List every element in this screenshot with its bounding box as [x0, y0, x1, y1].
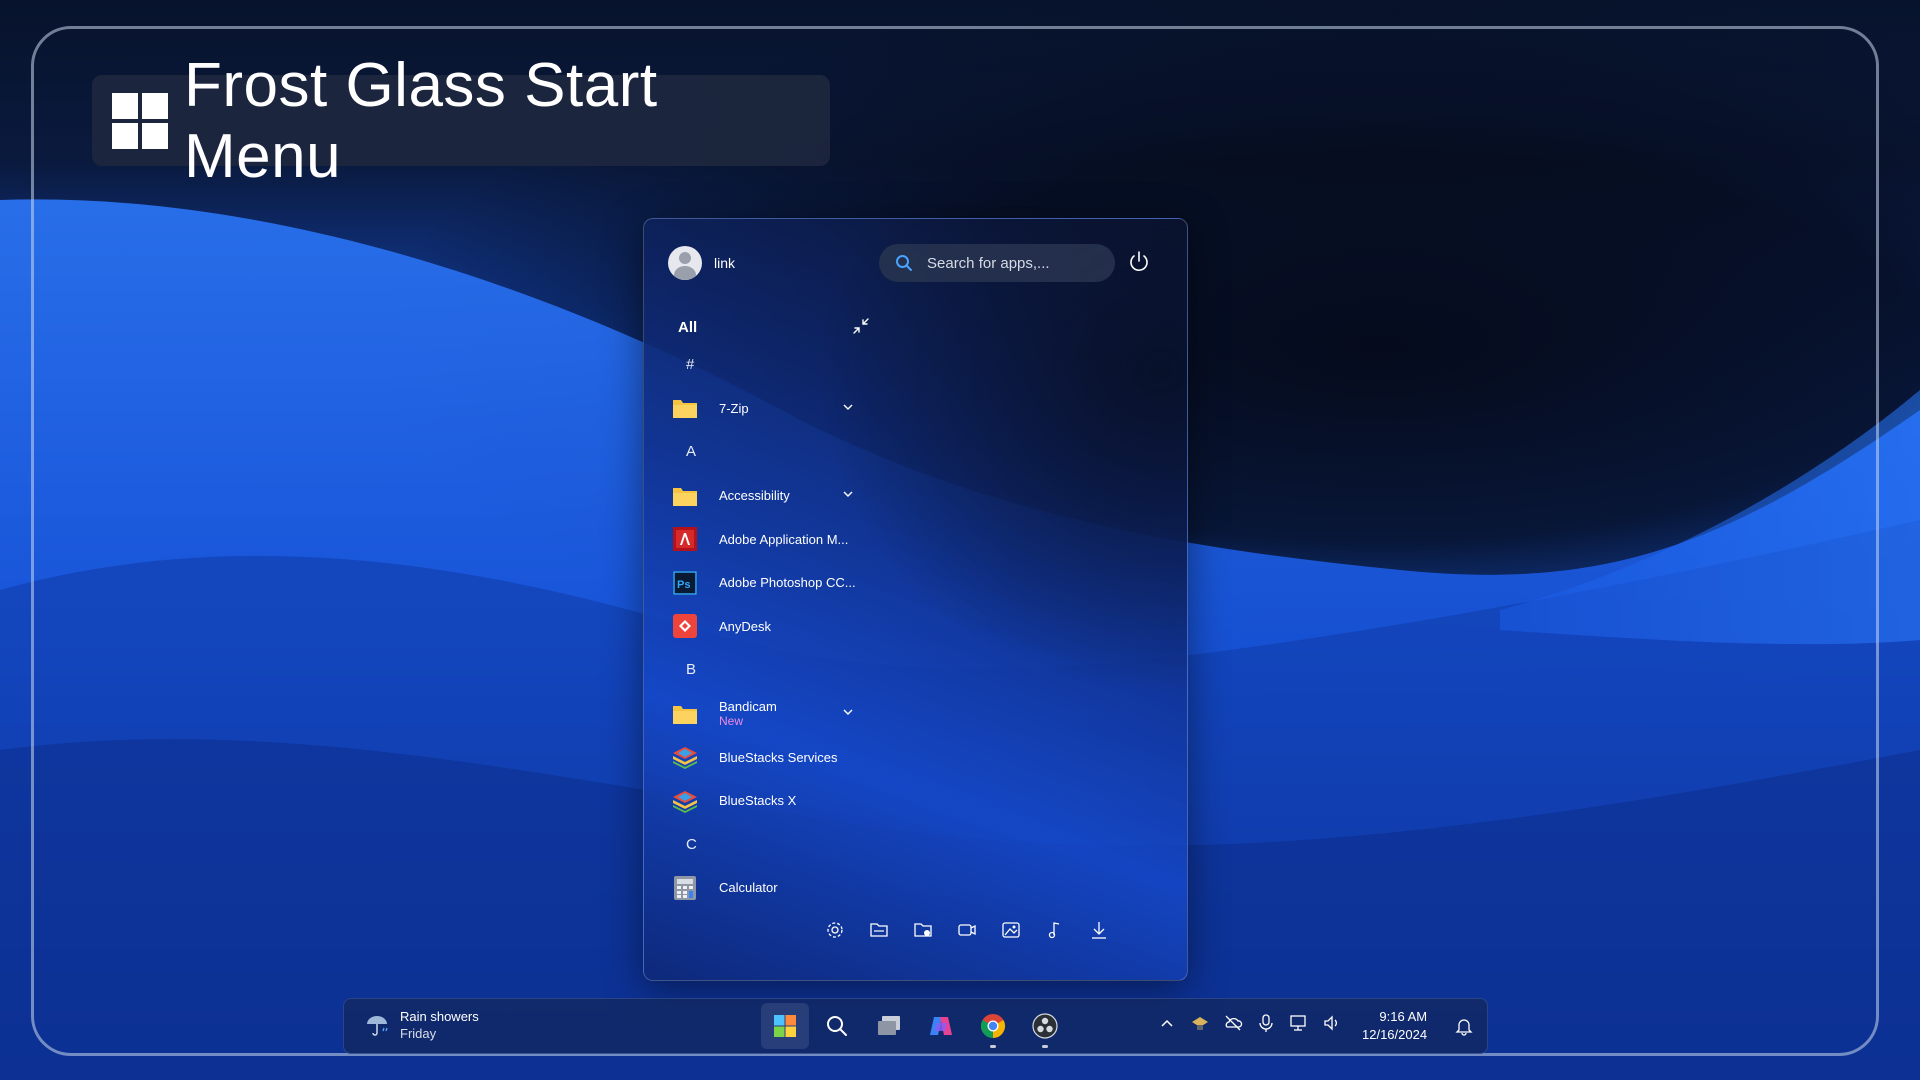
copilot-button[interactable]: [917, 1003, 965, 1049]
clock-date: 12/16/2024: [1362, 1027, 1428, 1042]
weather-day: Friday: [400, 1026, 437, 1041]
copilot-icon: [930, 1017, 952, 1035]
windows-logo-icon: [774, 1015, 796, 1037]
list-item-adobe-photoshop[interactable]: Ps Adobe Photoshop CC...: [672, 561, 872, 605]
collapse-icon[interactable]: [852, 317, 870, 335]
network-icon[interactable]: [1289, 1013, 1309, 1033]
obs-button[interactable]: [1021, 1003, 1069, 1049]
section-letter[interactable]: C: [672, 823, 872, 867]
taskbar: Rain showers Friday 9:16 AM 12/16/2024: [343, 998, 1488, 1054]
chrome-icon: [980, 1014, 1006, 1038]
search-box[interactable]: [879, 244, 1115, 282]
start-menu: link All # 7-Zip A: [643, 218, 1188, 981]
section-letter[interactable]: #: [672, 343, 872, 387]
taskbar-clock[interactable]: 9:16 AM 12/16/2024: [1362, 1008, 1427, 1044]
volume-icon[interactable]: [1322, 1013, 1342, 1033]
notification-bell-icon[interactable]: [1454, 1016, 1474, 1036]
clock-time: 9:16 AM: [1379, 1009, 1428, 1024]
system-tray: [1157, 1013, 1342, 1033]
all-apps-label: All: [678, 319, 698, 336]
avatar: [668, 246, 702, 280]
search-input[interactable]: [925, 253, 1099, 273]
new-badge: New: [719, 714, 744, 729]
section-letter[interactable]: B: [672, 648, 872, 692]
start-button[interactable]: [761, 1003, 809, 1049]
anydesk-icon: [672, 613, 698, 639]
list-item-accessibility[interactable]: Accessibility: [672, 474, 872, 518]
videos-icon[interactable]: [956, 919, 978, 941]
calculator-icon: [672, 875, 698, 901]
svg-text:Ps: Ps: [677, 579, 690, 591]
weather-condition: Rain showers: [400, 1009, 479, 1024]
task-view-button[interactable]: [865, 1003, 913, 1049]
microphone-icon[interactable]: [1256, 1013, 1276, 1033]
music-icon[interactable]: [1044, 919, 1066, 941]
adobe-icon: [672, 526, 698, 552]
downloads-icon[interactable]: [1088, 919, 1110, 941]
search-icon: [896, 255, 912, 271]
folder-icon: [672, 483, 698, 509]
list-item-anydesk[interactable]: AnyDesk: [672, 605, 872, 649]
section-letter[interactable]: A: [672, 430, 872, 474]
onedrive-offline-icon[interactable]: [1223, 1013, 1243, 1033]
tray-app-icon[interactable]: [1190, 1013, 1210, 1033]
pictures-icon[interactable]: [1000, 919, 1022, 941]
chevron-up-icon[interactable]: [1157, 1013, 1177, 1033]
chrome-button[interactable]: [969, 1003, 1017, 1049]
chevron-down-icon[interactable]: [842, 488, 854, 500]
bluestacks-icon: [672, 788, 698, 814]
user-account-button[interactable]: link: [668, 246, 735, 280]
quick-links-bar: [824, 919, 1110, 941]
documents-icon[interactable]: [868, 919, 890, 941]
search-icon: [827, 1016, 847, 1036]
app-list: # 7-Zip A Accessibility Adobe Applicatio…: [672, 343, 872, 910]
list-item-bandicam[interactable]: Bandicam New: [672, 692, 872, 736]
bluestacks-icon: [672, 744, 698, 770]
chevron-down-icon[interactable]: [842, 401, 854, 413]
banner-title: Frost Glass Start Menu: [184, 50, 658, 191]
list-item-calculator[interactable]: Calculator: [672, 866, 872, 910]
windows-logo-icon: [112, 92, 168, 149]
umbrella-rain-icon: [367, 1016, 388, 1036]
list-item-7zip[interactable]: 7-Zip: [672, 387, 872, 431]
task-view-icon: [878, 1016, 900, 1035]
chevron-down-icon[interactable]: [842, 706, 854, 718]
file-explorer-icon[interactable]: [912, 919, 934, 941]
power-icon[interactable]: [1126, 249, 1152, 275]
taskbar-apps: [761, 1003, 1069, 1049]
list-item-bluestacks-x[interactable]: BlueStacks X: [672, 779, 872, 823]
folder-icon: [672, 395, 698, 421]
list-item-adobe-application-manager[interactable]: Adobe Application M...: [672, 517, 872, 561]
settings-icon[interactable]: [824, 919, 846, 941]
weather-widget[interactable]: Rain showers Friday: [364, 1009, 479, 1041]
search-button[interactable]: [813, 1003, 861, 1049]
obs-icon: [1032, 1013, 1058, 1039]
photoshop-icon: Ps: [672, 570, 698, 596]
folder-icon: [672, 701, 698, 727]
list-item-bluestacks-services[interactable]: BlueStacks Services: [672, 735, 872, 779]
user-name: link: [714, 255, 736, 271]
title-banner: Frost Glass Start Menu: [92, 51, 830, 191]
